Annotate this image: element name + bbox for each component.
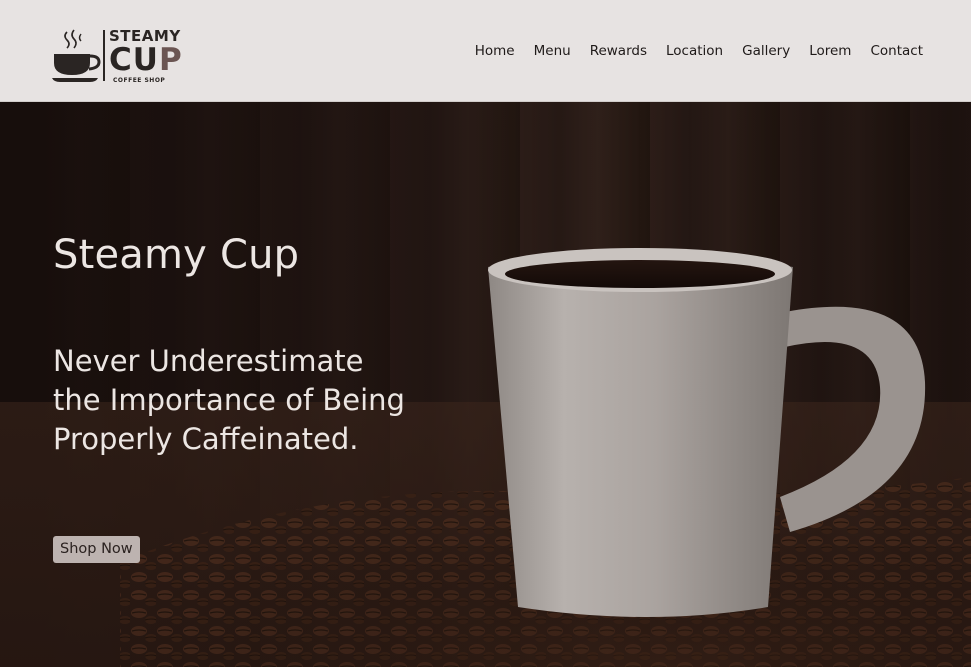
- hero-section: Steamy Cup Never Underestimate the Impor…: [0, 102, 971, 667]
- nav-home[interactable]: Home: [465, 42, 524, 60]
- hero-title: Steamy Cup: [53, 232, 300, 278]
- logo-divider: [103, 30, 105, 81]
- brand-logo[interactable]: STEAMY CUP COFFEE SHOP: [52, 24, 192, 86]
- brand-name-main: CUP: [109, 41, 183, 79]
- coffee-cup-icon: [52, 29, 101, 82]
- nav-contact[interactable]: Contact: [861, 42, 923, 60]
- brand-name-main-text: CU: [109, 42, 159, 78]
- nav-lorem[interactable]: Lorem: [800, 42, 861, 60]
- nav-gallery[interactable]: Gallery: [733, 42, 800, 60]
- brand-name-accent: P: [158, 42, 183, 78]
- nav-rewards[interactable]: Rewards: [580, 42, 656, 60]
- site-header: STEAMY CUP COFFEE SHOP Home Menu Rewards…: [0, 0, 971, 102]
- main-nav: Home Menu Rewards Location Gallery Lorem…: [465, 42, 923, 60]
- brand-subtitle: COFFEE SHOP: [113, 77, 166, 84]
- hero-tagline: Never Underestimate the Importance of Be…: [53, 344, 405, 456]
- nav-location[interactable]: Location: [657, 42, 733, 60]
- shop-now-button[interactable]: Shop Now: [53, 536, 140, 563]
- nav-menu[interactable]: Menu: [524, 42, 580, 60]
